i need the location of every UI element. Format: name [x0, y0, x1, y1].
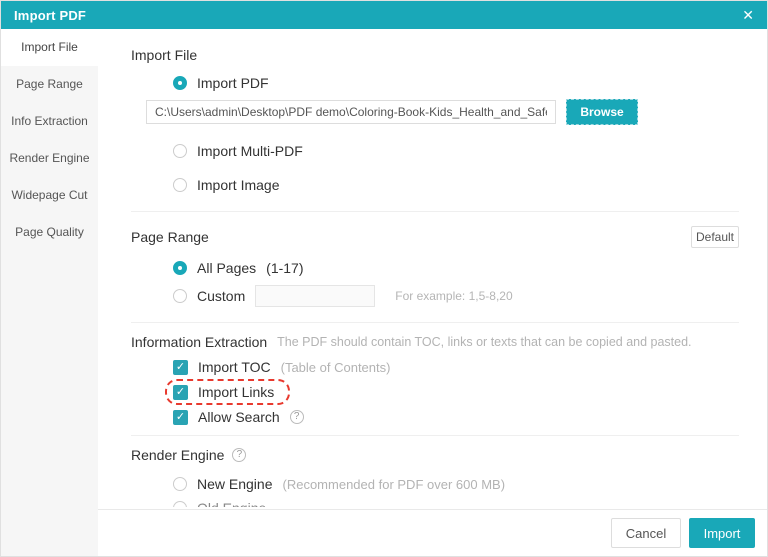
close-icon[interactable]: ✕ [742, 8, 754, 22]
custom-radio[interactable] [173, 289, 187, 303]
dialog-title: Import PDF [14, 7, 87, 23]
custom-label: Custom [197, 288, 246, 304]
dialog-footer: Cancel Import [98, 509, 767, 556]
import-file-heading: Import File [131, 47, 198, 63]
new-engine-label: New Engine [197, 476, 273, 492]
file-path-input[interactable] [146, 100, 556, 124]
all-pages-label: All Pages [197, 260, 257, 276]
new-engine-suffix: (Recommended for PDF over 600 MB) [282, 476, 506, 492]
page-range-heading-row: Page Range Default [131, 226, 739, 248]
file-path-row: Browse [146, 99, 739, 125]
import-image-label: Import Image [197, 177, 280, 193]
import-toc-option[interactable]: ✓ Import TOC (Table of Contents) [173, 357, 739, 377]
custom-range-input[interactable] [255, 285, 376, 307]
import-multi-pdf-radio[interactable] [173, 144, 187, 158]
allow-search-option[interactable]: ✓ Allow Search ? [173, 407, 739, 427]
custom-range-option[interactable]: Custom For example: 1,5-8,20 [173, 284, 739, 308]
all-pages-option[interactable]: All Pages (1-17) [173, 258, 739, 278]
info-extraction-heading-row: Information Extraction The PDF should co… [131, 333, 739, 351]
import-pdf-option[interactable]: Import PDF [173, 73, 739, 93]
allow-search-checkbox[interactable]: ✓ [173, 409, 188, 425]
render-engine-heading: Render Engine [131, 447, 225, 463]
all-pages-range: (1-17) [266, 260, 304, 276]
section-divider [131, 435, 739, 436]
import-multi-pdf-label: Import Multi-PDF [197, 143, 303, 159]
render-engine-heading-row: Render Engine ? [131, 446, 739, 464]
sidebar-item-info-extraction[interactable]: Info Extraction [1, 103, 98, 140]
import-links-checkbox[interactable]: ✓ [173, 384, 188, 400]
import-toc-label: Import TOC [198, 359, 271, 375]
sidebar-item-page-range[interactable]: Page Range [1, 66, 98, 103]
import-pdf-label: Import PDF [197, 75, 269, 91]
import-pdf-radio[interactable] [173, 76, 187, 90]
sidebar: Import File Page Range Info Extraction R… [1, 29, 98, 556]
sidebar-item-import-file[interactable]: Import File [1, 29, 98, 66]
info-extraction-heading: Information Extraction [131, 334, 268, 350]
old-engine-radio[interactable] [173, 501, 187, 507]
allow-search-label: Allow Search [198, 409, 280, 425]
cancel-button[interactable]: Cancel [611, 518, 681, 548]
section-divider [131, 211, 739, 212]
sidebar-item-page-quality[interactable]: Page Quality [1, 214, 98, 251]
all-pages-radio[interactable] [173, 261, 187, 275]
sidebar-item-render-engine[interactable]: Render Engine [1, 140, 98, 177]
custom-range-hint: For example: 1,5-8,20 [395, 289, 513, 303]
import-multi-pdf-option[interactable]: Import Multi-PDF [173, 141, 739, 161]
import-button[interactable]: Import [689, 518, 755, 548]
sidebar-item-widepage-cut[interactable]: Widepage Cut [1, 177, 98, 214]
import-pdf-dialog: Import PDF ✕ Import File Page Range Info… [0, 0, 768, 557]
old-engine-label: Old Engine [197, 500, 266, 507]
import-links-label: Import Links [198, 384, 275, 400]
info-extraction-note: The PDF should contain TOC, links or tex… [277, 335, 692, 349]
clipped-option-row: Old Engine [131, 498, 739, 507]
import-toc-suffix: (Table of Contents) [280, 359, 391, 375]
import-image-radio[interactable] [173, 178, 187, 192]
browse-button[interactable]: Browse [566, 99, 638, 125]
import-image-option[interactable]: Import Image [173, 175, 739, 195]
default-button[interactable]: Default [691, 226, 739, 248]
render-engine-help-icon[interactable]: ? [232, 448, 247, 462]
import-links-row: ✓ Import Links [131, 379, 739, 405]
old-engine-option[interactable]: Old Engine [173, 498, 739, 507]
main-content: Import File Import PDF Browse Import Mul… [98, 29, 767, 509]
dialog-header: Import PDF ✕ [1, 1, 767, 29]
import-toc-checkbox[interactable]: ✓ [173, 359, 188, 375]
new-engine-option[interactable]: New Engine (Recommended for PDF over 600… [173, 474, 739, 494]
new-engine-radio[interactable] [173, 477, 187, 491]
import-links-highlight: ✓ Import Links [165, 379, 291, 405]
section-divider [131, 322, 739, 323]
page-range-heading: Page Range [131, 229, 209, 245]
allow-search-help-icon[interactable]: ? [289, 410, 304, 424]
